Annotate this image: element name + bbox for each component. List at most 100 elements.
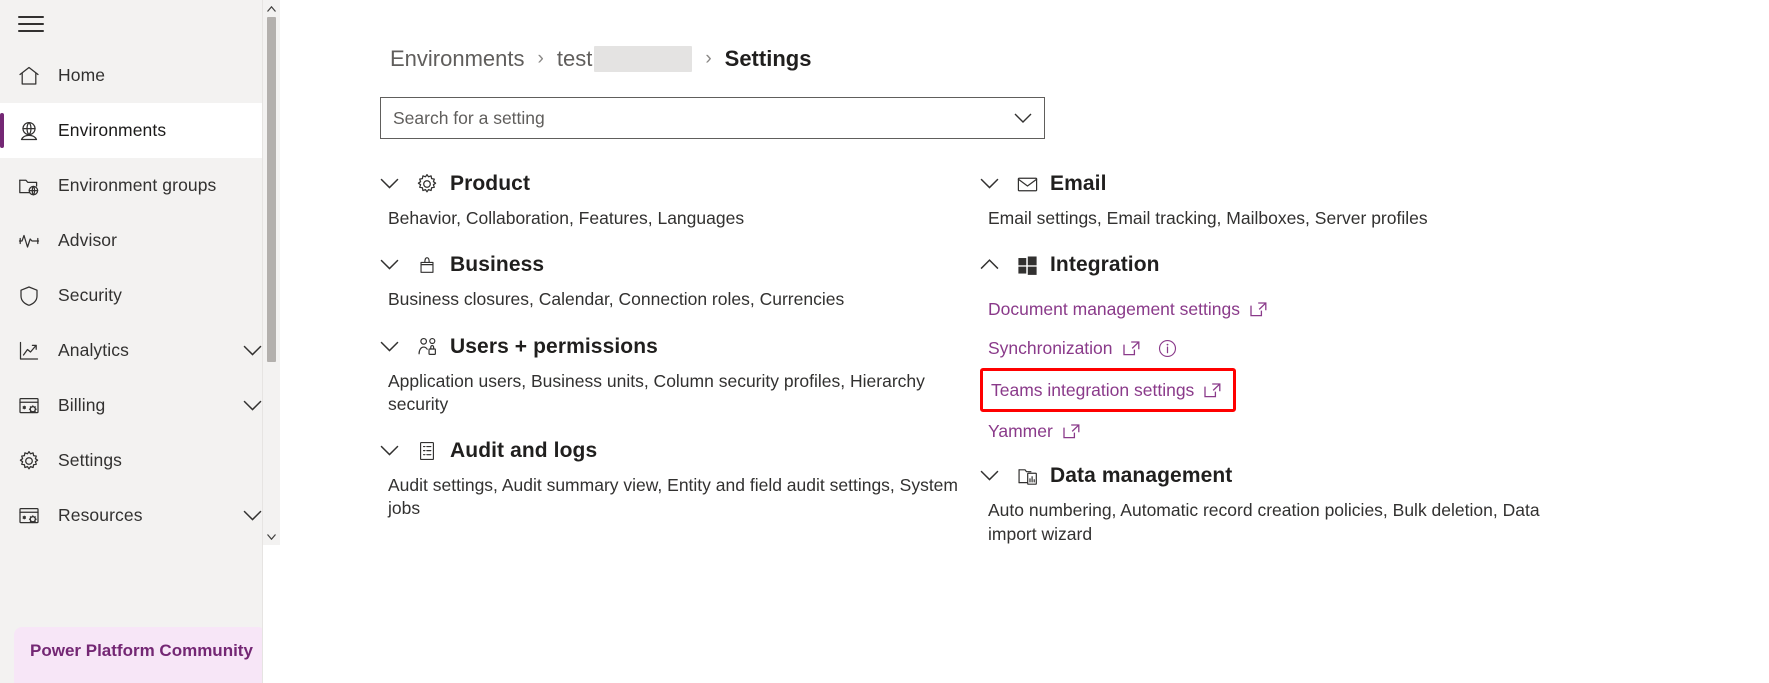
gear-icon: [16, 448, 42, 474]
settings-group-description: Application users, Business units, Colum…: [388, 370, 925, 414]
settings-group-users-permissions: Users + permissions Application users, Bu…: [380, 326, 980, 417]
settings-group-integration: Integration Document management settings S…: [980, 244, 1600, 451]
sidebar-item-label: Billing: [58, 395, 106, 415]
chevron-down-icon[interactable]: [243, 400, 262, 412]
chevron-down-icon[interactable]: [980, 178, 1012, 190]
settings-group-title: Audit and logs: [450, 439, 598, 463]
settings-group-header-integration[interactable]: Integration: [980, 244, 1600, 286]
settings-link-label: Document management settings: [988, 299, 1240, 320]
sidebar-scroll-track[interactable]: [263, 17, 280, 528]
external-link-icon: [1250, 302, 1267, 317]
windows-grid-icon: [1012, 254, 1042, 277]
settings-group-title: Business: [450, 253, 545, 277]
sidebar-scroll-thumb[interactable]: [267, 17, 276, 362]
audit-list-icon: [412, 440, 442, 462]
settings-group-business: Business Business closures, Calendar, Con…: [380, 244, 980, 311]
search-input[interactable]: [381, 98, 1002, 138]
breadcrumb-environment[interactable]: test: [556, 46, 693, 72]
gear-icon: [412, 172, 442, 196]
nav-item-list: Home Environments Environment groups Adviso…: [0, 48, 280, 543]
community-promo-title: Power Platform Community: [30, 641, 253, 660]
sidebar-item-resources[interactable]: Resources: [0, 488, 280, 543]
environment-groups-icon: [16, 173, 42, 199]
sidebar-item-label: Analytics: [58, 340, 129, 360]
breadcrumb-environments[interactable]: Environments: [390, 46, 525, 72]
settings-group-product: Product Behavior, Collaboration, Features…: [380, 163, 980, 230]
chevron-down-icon[interactable]: [380, 178, 412, 190]
scroll-up-arrow[interactable]: [263, 0, 280, 17]
settings-column-left: Product Behavior, Collaboration, Features…: [380, 163, 980, 560]
settings-group-header-email[interactable]: Email: [980, 163, 1600, 205]
settings-group-description: Behavior, Collaboration, Features, Langu…: [388, 208, 745, 228]
settings-link-yammer[interactable]: Yammer: [988, 412, 1600, 451]
settings-group-title: Users + permissions: [450, 334, 658, 358]
breadcrumb-separator-2: ›: [705, 48, 712, 69]
sidebar-item-home[interactable]: Home: [0, 48, 280, 103]
settings-group-header-data-management[interactable]: Data management: [980, 455, 1600, 497]
breadcrumb-separator: ›: [537, 48, 544, 69]
hamburger-icon[interactable]: [18, 16, 44, 32]
settings-link-label: Teams integration settings: [991, 379, 1195, 400]
settings-group-description: Audit settings, Audit summary view, Enti…: [388, 475, 958, 519]
settings-group-title: Data management: [1050, 464, 1233, 488]
home-icon: [16, 63, 42, 89]
users-permissions-icon: [412, 335, 442, 358]
billing-icon: [16, 393, 42, 419]
analytics-chart-icon: [16, 338, 42, 364]
chevron-down-icon[interactable]: [243, 345, 262, 357]
settings-group-description: Auto numbering, Automatic record creatio…: [988, 500, 1540, 544]
sidebar-item-label: Home: [58, 65, 106, 85]
sidebar-item-environment-groups[interactable]: Environment groups: [0, 158, 280, 213]
chevron-down-icon[interactable]: [1002, 98, 1044, 138]
breadcrumb: Environments › test › Settings: [280, 0, 1769, 76]
settings-group-header-product[interactable]: Product: [380, 163, 980, 205]
search-combobox[interactable]: [380, 97, 1045, 139]
settings-columns: Product Behavior, Collaboration, Features…: [280, 163, 1769, 560]
sidebar-item-label: Settings: [58, 450, 123, 470]
sidebar-item-security[interactable]: Security: [0, 268, 280, 323]
settings-group-data-management: Data management Auto numbering, Automatic…: [980, 455, 1600, 546]
external-link-icon: [1122, 341, 1140, 356]
settings-group-title: Integration: [1050, 253, 1160, 277]
app-root: Home Environments Environment groups Adviso…: [0, 0, 1769, 683]
scroll-down-arrow[interactable]: [263, 528, 280, 545]
chevron-down-icon[interactable]: [243, 510, 262, 522]
chevron-down-icon[interactable]: [380, 445, 412, 457]
settings-link-synchronization[interactable]: Synchronization: [988, 329, 1600, 368]
breadcrumb-current-settings: Settings: [724, 46, 812, 71]
resources-icon: [16, 503, 42, 529]
chevron-down-icon[interactable]: [380, 341, 412, 353]
scrollbar-below-area: [263, 545, 280, 683]
info-icon[interactable]: [1158, 339, 1177, 358]
settings-group-header-users-permissions[interactable]: Users + permissions: [380, 326, 980, 368]
settings-link-teams-integration-settings[interactable]: Teams integration settings: [980, 368, 1237, 413]
settings-group-header-audit-and-logs[interactable]: Audit and logs: [380, 430, 980, 472]
community-promo-card[interactable]: Power Platform Community: [14, 627, 266, 683]
sidebar-item-label: Environments: [58, 120, 167, 140]
breadcrumb-environment-name: test: [556, 46, 593, 71]
envelope-icon: [1012, 173, 1042, 196]
settings-group-description: Email settings, Email tracking, Mailboxe…: [988, 208, 1428, 228]
settings-link-document-management-settings[interactable]: Document management settings: [988, 290, 1600, 329]
sidebar-item-label: Resources: [58, 505, 143, 525]
redaction-block: [594, 46, 693, 72]
chevron-down-icon[interactable]: [980, 470, 1012, 482]
settings-group-header-business[interactable]: Business: [380, 244, 980, 286]
sidebar-item-analytics[interactable]: Analytics: [0, 323, 280, 378]
settings-link-label: Synchronization: [988, 338, 1113, 359]
sidebar-item-advisor[interactable]: Advisor: [0, 213, 280, 268]
external-link-icon: [1063, 424, 1080, 439]
settings-group-title: Product: [450, 172, 531, 195]
data-management-icon: [1012, 465, 1042, 488]
sidebar-item-settings[interactable]: Settings: [0, 433, 280, 488]
hamburger-row: [0, 0, 280, 48]
chevron-down-icon[interactable]: [380, 259, 412, 271]
sidebar-item-label: Security: [58, 285, 123, 305]
sidebar-scrollbar[interactable]: [262, 0, 280, 683]
chevron-up-icon[interactable]: [980, 259, 1012, 271]
settings-group-description: Business closures, Calendar, Connection …: [388, 289, 845, 310]
advisor-pulse-icon: [16, 228, 42, 254]
briefcase-icon: [412, 254, 442, 276]
sidebar-item-billing[interactable]: Billing: [0, 378, 280, 433]
sidebar-item-environments[interactable]: Environments: [0, 103, 280, 158]
